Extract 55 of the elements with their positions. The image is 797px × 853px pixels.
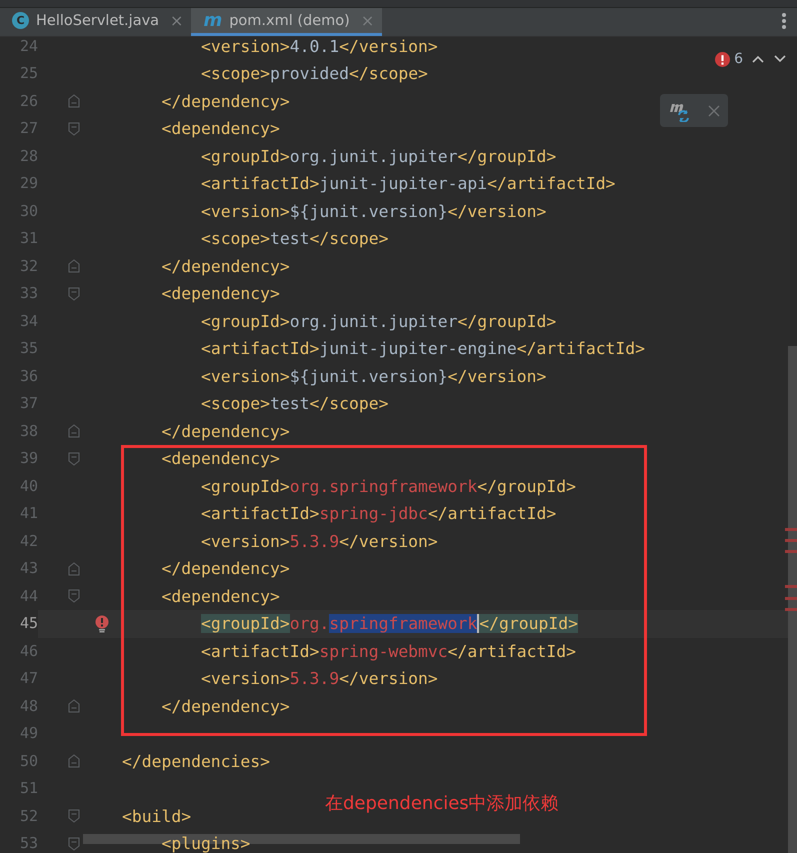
- close-icon[interactable]: [708, 104, 720, 116]
- chevron-up-icon[interactable]: [751, 54, 765, 64]
- fold-marker-icon[interactable]: [68, 452, 80, 466]
- fold-marker-icon[interactable]: [68, 836, 80, 851]
- chevron-down-icon[interactable]: [773, 54, 787, 64]
- file-type-icon: m: [203, 12, 222, 29]
- code-line: <scope>provided</scope>: [200, 63, 428, 85]
- scrollbar-thumb[interactable]: [788, 346, 797, 853]
- code-line: <artifactId>junit-jupiter-api</artifactId>: [200, 173, 616, 195]
- more-icon[interactable]: [781, 13, 787, 29]
- code-line: <groupId>org.springframework</groupId>: [200, 613, 578, 635]
- code-line: <dependency>: [160, 448, 280, 470]
- code-line: <groupId>org.junit.jupiter</groupId>: [200, 146, 556, 168]
- code-line: <version>4.0.1</version>: [200, 37, 438, 58]
- code-line: <dependency>: [160, 118, 280, 140]
- fold-marker-icon[interactable]: [68, 699, 80, 714]
- code-line: <dependency>: [160, 586, 280, 608]
- code-line: </dependency>: [160, 420, 290, 442]
- code-line: <version>${junit.version}</version>: [200, 366, 546, 388]
- code-line: <scope>test</scope>: [200, 393, 388, 415]
- annotation-text: 在dependencies中添加依赖: [325, 792, 559, 815]
- code-line: <artifactId>spring-jdbc</artifactId>: [200, 503, 556, 525]
- code-line: <version>${junit.version}</version>: [200, 200, 546, 222]
- editor-tab[interactable]: m pom.xml (demo) ×: [191, 8, 382, 36]
- error-bulb-icon[interactable]: [95, 614, 109, 633]
- code-line: <dependency>: [160, 283, 280, 305]
- line-number: 45: [0, 610, 38, 638]
- code-line: <build>: [122, 806, 192, 828]
- code-line: <version>5.3.9</version>: [200, 530, 438, 552]
- fold-marker-icon[interactable]: [68, 809, 80, 824]
- fold-marker-icon[interactable]: [68, 589, 80, 604]
- close-icon[interactable]: ×: [170, 11, 184, 30]
- code-line: <plugins>: [160, 833, 250, 853]
- code-line: <groupId>org.junit.jupiter</groupId>: [200, 310, 556, 332]
- code-line: </dependency>: [160, 696, 290, 718]
- file-type-icon: C: [12, 12, 29, 29]
- code-line: </dependency>: [160, 90, 290, 112]
- code-line: <version>5.3.9</version>: [200, 668, 438, 690]
- error-count[interactable]: 6: [715, 51, 743, 67]
- fold-marker-icon[interactable]: [68, 754, 80, 768]
- code-line: </dependency>: [160, 256, 290, 278]
- fold-marker-icon[interactable]: [68, 424, 80, 438]
- editor-tab[interactable]: C HelloServlet.java ×: [0, 8, 192, 36]
- fold-marker-icon[interactable]: [68, 122, 80, 136]
- code-line: </dependencies>: [122, 750, 270, 772]
- code-line: <artifactId>junit-jupiter-engine</artifactId>: [200, 338, 646, 360]
- fold-marker-icon[interactable]: [68, 286, 80, 301]
- fold-marker-icon[interactable]: [68, 94, 80, 108]
- error-icon: [715, 52, 730, 66]
- fold-marker-icon[interactable]: [68, 562, 80, 576]
- code-line: <artifactId>spring-webmvc</artifactId>: [200, 640, 576, 662]
- code-line: </dependency>: [160, 558, 290, 580]
- code-line: <groupId>org.springframework</groupId>: [200, 476, 576, 498]
- code-line: <scope>test</scope>: [200, 228, 388, 250]
- fold-marker-icon[interactable]: [68, 259, 80, 274]
